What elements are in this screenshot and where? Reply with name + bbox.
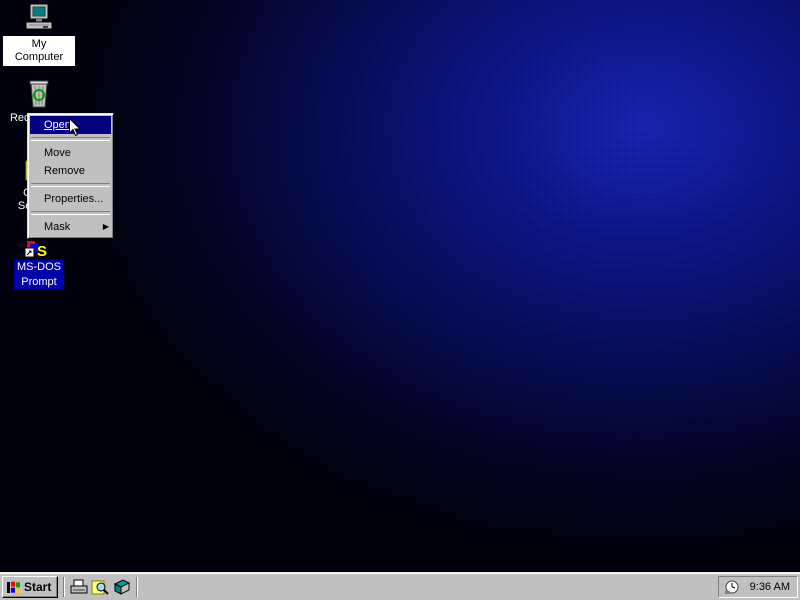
desktop-icon-my-computer[interactable]: My Computer	[3, 2, 75, 66]
menu-item-label: Mask	[44, 221, 71, 233]
menu-item-move[interactable]: Move	[30, 144, 111, 162]
desktop-icon-label-line2: Prompt	[14, 275, 64, 290]
computer-icon	[23, 2, 55, 34]
printer-icon[interactable]	[70, 578, 88, 596]
start-button[interactable]: Start	[2, 576, 58, 598]
taskbar: Start 9:36 AM	[0, 572, 800, 600]
desktop-dither	[0, 0, 800, 572]
clock[interactable]: 9:36 AM	[750, 577, 790, 597]
menu-item-label: Move	[44, 147, 71, 159]
mouse-pointer-icon	[69, 117, 82, 137]
menu-item-mask[interactable]: Mask ▶	[30, 218, 111, 236]
submenu-arrow-icon: ▶	[102, 222, 109, 231]
taskbar-separator	[136, 577, 138, 597]
taskbar-separator	[63, 577, 65, 597]
menu-separator	[31, 211, 110, 215]
windows-logo-icon	[7, 580, 21, 594]
system-tray: 9:36 AM	[718, 576, 798, 598]
start-label: Start	[24, 580, 52, 594]
menu-separator	[31, 137, 110, 141]
find-icon[interactable]	[91, 578, 109, 596]
desktop-icon-label: My Computer	[3, 36, 75, 66]
recycle-bin-icon	[23, 77, 55, 109]
menu-item-label: Open	[44, 119, 71, 131]
menu-item-label: Properties...	[44, 193, 104, 205]
desktop-icon[interactable]	[113, 578, 131, 596]
menu-item-properties[interactable]: Properties...	[30, 190, 111, 208]
svg-text:S: S	[37, 243, 47, 258]
menu-item-label: Remove	[44, 165, 85, 177]
menu-item-remove[interactable]: Remove	[30, 162, 111, 180]
menu-separator	[31, 183, 110, 187]
scheduler-icon[interactable]	[724, 579, 740, 595]
desktop-icon-label-line1: MS-DOS	[14, 260, 64, 275]
desktop[interactable]: My Computer Recycle Bin Online Services	[0, 0, 800, 572]
